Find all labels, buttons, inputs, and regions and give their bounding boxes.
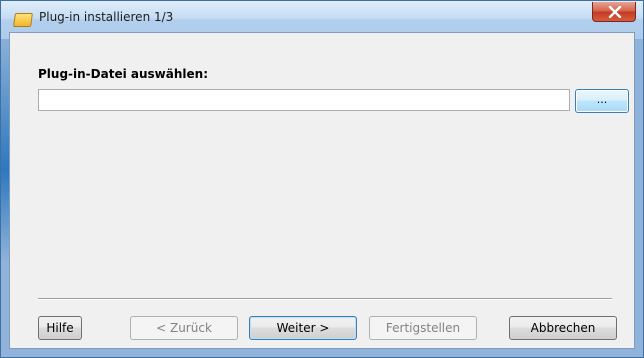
close-icon <box>608 6 622 18</box>
window-title: Plug-in installieren 1/3 <box>39 10 174 24</box>
browse-button[interactable]: ... <box>575 89 629 113</box>
wizard-content: Plug-in-Datei auswählen: ... Hilfe < Zur… <box>9 32 635 349</box>
wizard-window: Plug-in installieren 1/3 Plug-in-Datei a… <box>0 0 644 358</box>
separator <box>38 298 612 300</box>
close-button[interactable] <box>592 2 636 22</box>
cancel-button[interactable]: Abbrechen <box>509 316 617 340</box>
help-button[interactable]: Hilfe <box>38 316 82 340</box>
file-label: Plug-in-Datei auswählen: <box>38 67 208 81</box>
folder-icon <box>13 13 33 27</box>
window-frame <box>1 32 9 262</box>
file-path-input[interactable] <box>38 89 570 111</box>
back-button[interactable]: < Zurück <box>130 316 238 340</box>
next-button[interactable]: Weiter > <box>249 316 357 340</box>
finish-button[interactable]: Fertigstellen <box>369 316 477 340</box>
